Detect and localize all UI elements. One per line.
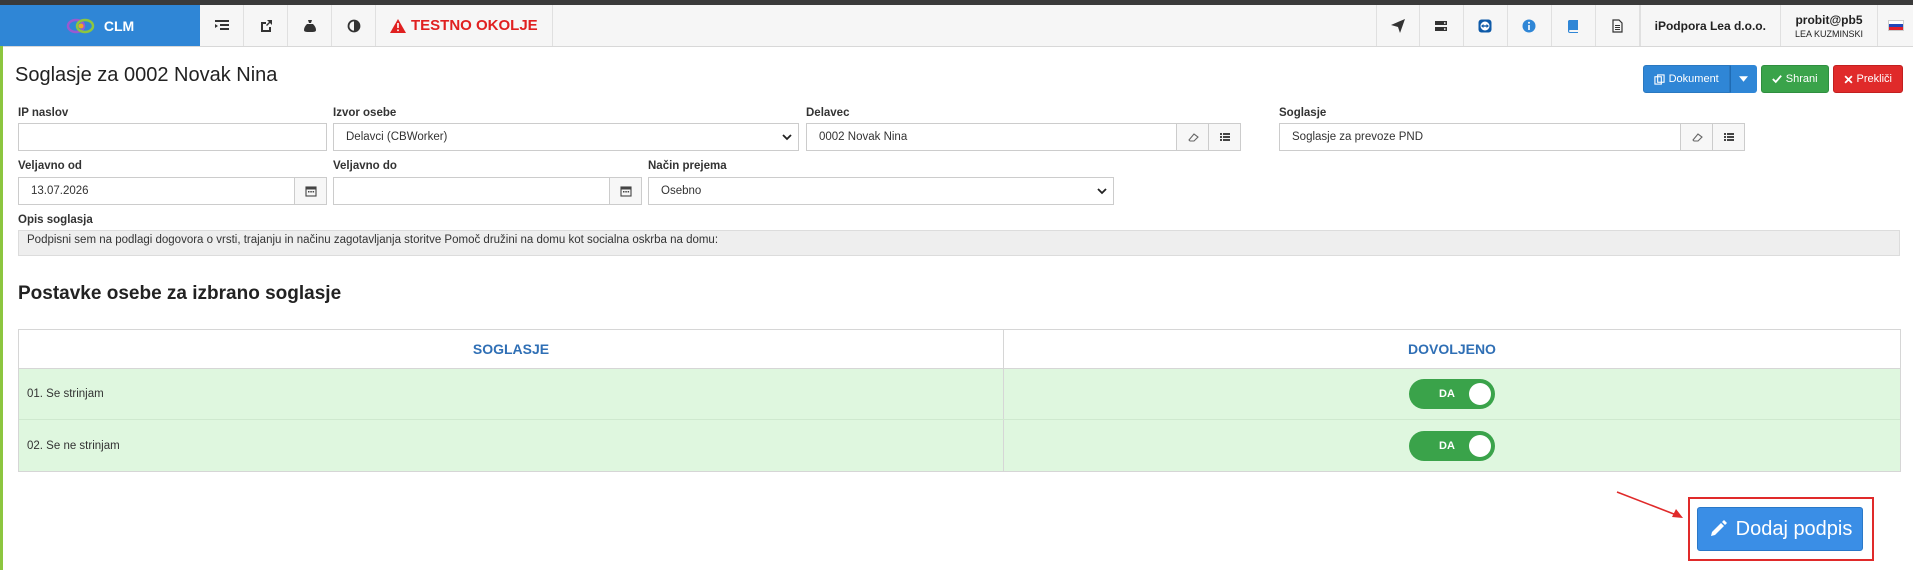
- calendar-icon: [304, 186, 317, 197]
- money-bag-icon: [303, 19, 316, 32]
- info-button[interactable]: [1508, 5, 1552, 46]
- valid-to-label: Veljavno do: [333, 160, 397, 172]
- valid-to-input[interactable]: [333, 177, 642, 205]
- check-icon: [1771, 75, 1782, 84]
- consent-items-table: SOGLASJE DOVOLJENO 01. Se strinjam DA 02…: [18, 329, 1901, 472]
- table-row: 02. Se ne strinjam DA: [19, 420, 1900, 471]
- document-button[interactable]: [1596, 5, 1640, 46]
- teamviewer-icon: [1478, 19, 1492, 32]
- column-header-consent: SOGLASJE: [19, 330, 1004, 368]
- toggle-knob: [1469, 383, 1491, 405]
- contrast-icon: [347, 19, 360, 32]
- worker-field[interactable]: 0002 Novak Nina: [806, 123, 1241, 151]
- brand[interactable]: CLM: [0, 5, 200, 46]
- user-full-name: LEA KUZMINSKI: [1794, 28, 1863, 39]
- table-header: SOGLASJE DOVOLJENO: [19, 330, 1900, 369]
- list-worker-button[interactable]: [1208, 124, 1240, 150]
- eraser-icon: [1691, 133, 1703, 142]
- method-label: Način prejema: [648, 160, 727, 172]
- row-toggle-cell: DA: [1004, 369, 1900, 419]
- language-selector[interactable]: [1877, 5, 1913, 46]
- close-icon: [1844, 74, 1853, 84]
- external-link-button[interactable]: [244, 5, 288, 46]
- copy-icon: [1653, 73, 1665, 85]
- document-button[interactable]: Dokument: [1642, 65, 1730, 93]
- warning-icon: [390, 18, 406, 33]
- method-select[interactable]: Osebno: [648, 177, 1114, 205]
- document-dropdown-button[interactable]: [1729, 65, 1757, 93]
- paper-plane-icon: [1390, 18, 1405, 33]
- action-buttons: Dokument Shrani Prekliči: [1642, 65, 1903, 93]
- top-navbar: CLM TESTNO OKOLJE iPodpora Lea d.o.o. pr…: [0, 5, 1913, 47]
- valid-from-input[interactable]: 13.07.2026: [18, 177, 327, 205]
- test-environment-badge: TESTNO OKOLJE: [376, 5, 553, 46]
- slovenian-flag-icon: [1887, 20, 1904, 31]
- row-label: 01. Se strinjam: [19, 369, 1004, 419]
- left-accent-bar: [0, 46, 3, 570]
- consent-label: Soglasje: [1279, 107, 1327, 119]
- send-button[interactable]: [1375, 5, 1420, 46]
- pencil-icon: [1710, 520, 1727, 536]
- row-toggle-cell: DA: [1004, 420, 1900, 471]
- clear-consent-button[interactable]: [1680, 124, 1712, 150]
- info-icon: [1522, 19, 1536, 32]
- description-text: Podpisni sem na podlagi dogovora o vrsti…: [18, 230, 1900, 256]
- clear-worker-button[interactable]: [1176, 124, 1208, 150]
- calendar-icon: [619, 186, 632, 197]
- source-label: Izvor osebe: [333, 107, 397, 119]
- manual-button[interactable]: [1552, 5, 1596, 46]
- annotation-arrow-icon: [1616, 491, 1683, 518]
- clm-logo-icon: [66, 18, 95, 33]
- list-icon: [1219, 133, 1230, 141]
- user-menu[interactable]: probit@pb5 LEA KUZMINSKI: [1779, 5, 1877, 46]
- chevron-down-icon: [776, 132, 798, 142]
- company-name[interactable]: iPodpora Lea d.o.o.: [1639, 5, 1780, 46]
- valid-from-label: Veljavno od: [18, 160, 82, 172]
- worker-label: Delavec: [806, 107, 850, 119]
- contrast-button[interactable]: [332, 5, 376, 46]
- items-section-title: Postavke osebe za izbrano soglasje: [18, 283, 342, 304]
- ip-input[interactable]: [18, 123, 327, 151]
- caret-down-icon: [1738, 76, 1748, 82]
- list-indent-icon: [214, 19, 229, 30]
- user-login: probit@pb5: [1795, 12, 1863, 27]
- list-icon: [1723, 133, 1734, 141]
- allowed-toggle[interactable]: DA: [1409, 379, 1495, 409]
- teamviewer-button[interactable]: [1464, 5, 1508, 46]
- allowed-toggle[interactable]: DA: [1409, 430, 1495, 461]
- consent-field[interactable]: Soglasje za prevoze PND: [1279, 123, 1745, 151]
- brand-name: CLM: [103, 17, 135, 34]
- ip-label: IP naslov: [18, 107, 69, 119]
- page-title: Soglasje za 0002 Novak Nina: [15, 64, 278, 86]
- chevron-down-icon: [1091, 186, 1113, 196]
- eraser-icon: [1187, 133, 1199, 142]
- server-icon: [1435, 20, 1448, 31]
- external-link-icon: [260, 19, 272, 32]
- book-icon: [1568, 19, 1579, 33]
- menu-list-button[interactable]: [200, 5, 244, 46]
- table-row: 01. Se strinjam DA: [19, 369, 1900, 420]
- valid-to-calendar-button[interactable]: [609, 178, 641, 204]
- list-consent-button[interactable]: [1712, 124, 1744, 150]
- description-label: Opis soglasja: [18, 214, 93, 226]
- source-select[interactable]: Delavci (CBWorker): [333, 123, 799, 151]
- money-bag-button[interactable]: [288, 5, 332, 46]
- cancel-button[interactable]: Prekliči: [1832, 65, 1903, 93]
- column-header-allowed: DOVOLJENO: [1408, 341, 1496, 357]
- add-signature-button[interactable]: Dodaj podpis: [1697, 507, 1863, 551]
- server-button[interactable]: [1420, 5, 1464, 46]
- toggle-knob: [1469, 434, 1491, 457]
- row-label: 02. Se ne strinjam: [19, 420, 1004, 471]
- valid-from-calendar-button[interactable]: [294, 178, 326, 204]
- file-text-icon: [1612, 18, 1623, 33]
- save-button[interactable]: Shrani: [1760, 65, 1829, 93]
